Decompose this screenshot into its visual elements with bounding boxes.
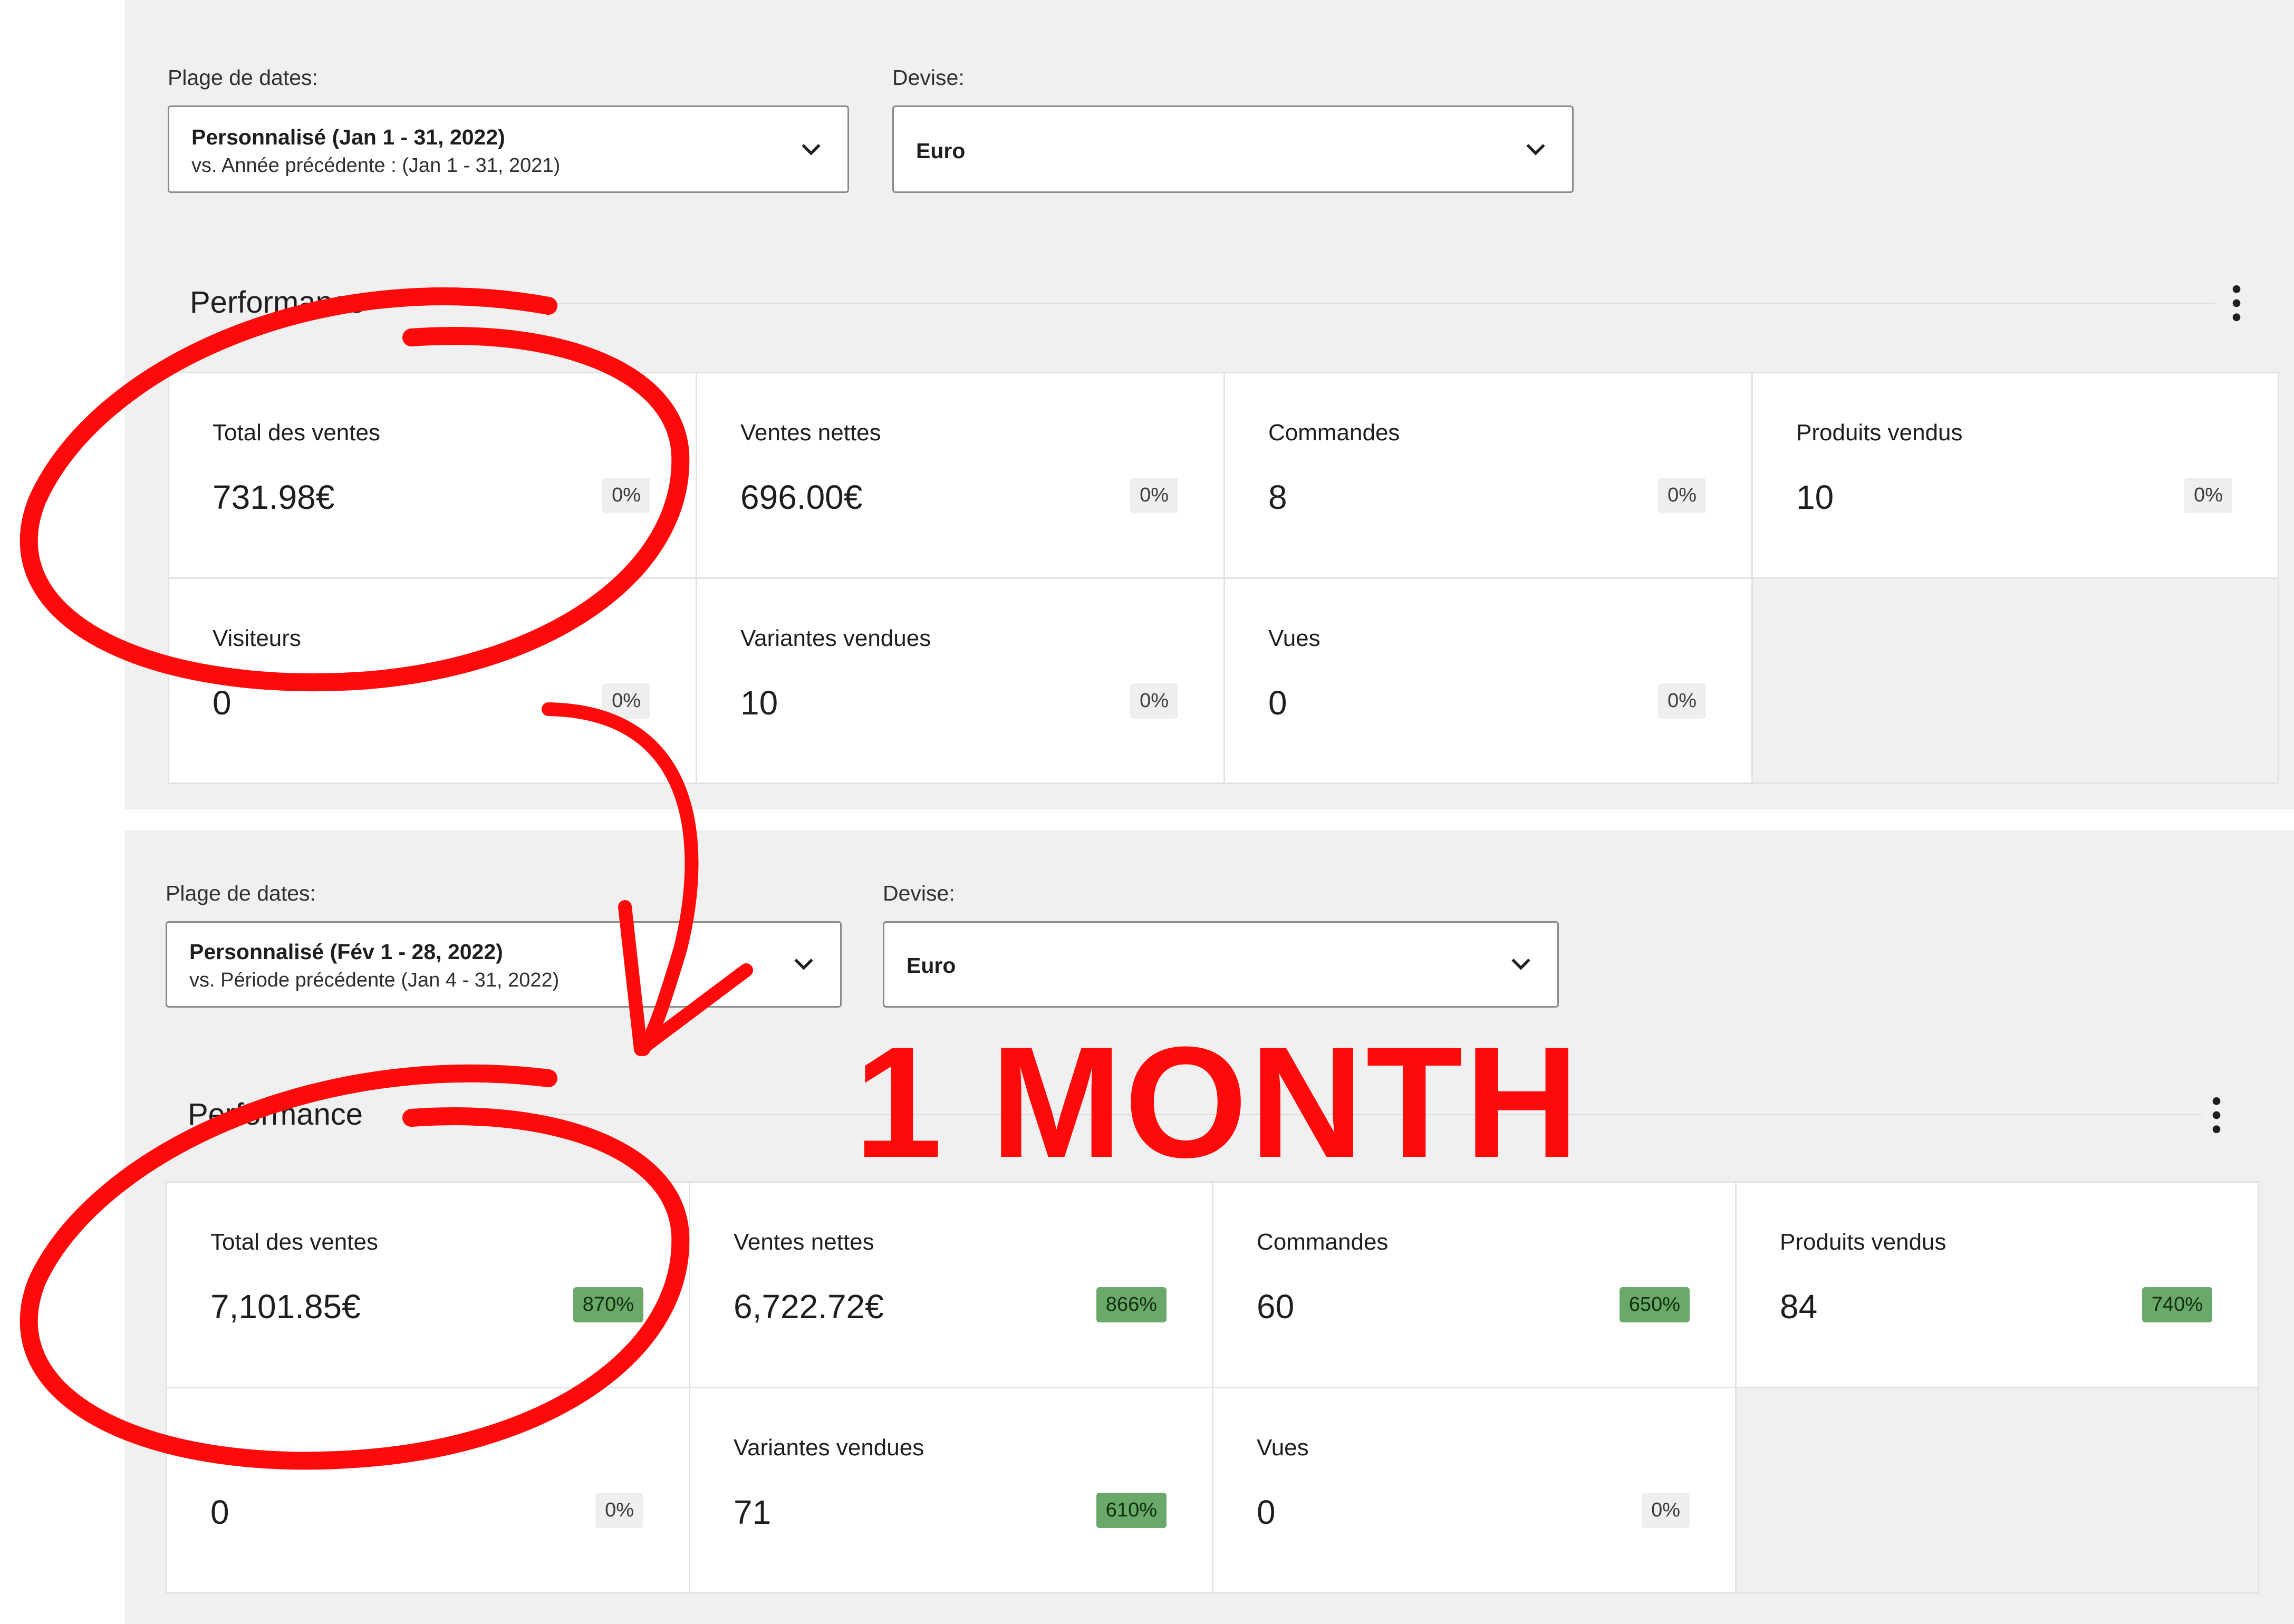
chevron-down-icon bbox=[802, 144, 821, 156]
card-views[interactable]: Vues 0 0% bbox=[1213, 1388, 1737, 1592]
card-total-sales[interactable]: Total des ventes 731.98€ 0% bbox=[169, 373, 697, 579]
change-badge: 866% bbox=[1096, 1287, 1167, 1322]
date-range-select[interactable]: Personnalisé (Fév 1 - 28, 2022) vs. Péri… bbox=[166, 921, 842, 1008]
change-badge: 0% bbox=[2184, 478, 2232, 513]
change-badge: 0% bbox=[1130, 683, 1178, 719]
change-badge: 0% bbox=[1130, 478, 1178, 513]
date-range-main: Personnalisé (Fév 1 - 28, 2022) bbox=[189, 940, 503, 964]
performance-title: Performance bbox=[190, 285, 365, 320]
performance-grid: Total des ventes 731.98€ 0% Ventes nette… bbox=[168, 372, 2279, 784]
card-orders[interactable]: Commandes 60 650% bbox=[1213, 1183, 1737, 1388]
card-products-sold[interactable]: Produits vendus 10 0% bbox=[1753, 373, 2278, 579]
change-badge: 740% bbox=[2142, 1287, 2212, 1322]
card-label: Vues bbox=[1268, 625, 1321, 651]
card-value: 71 bbox=[734, 1493, 772, 1531]
change-badge: 0% bbox=[1658, 478, 1706, 513]
card-label: Vues bbox=[1257, 1435, 1309, 1461]
card-orders[interactable]: Commandes 8 0% bbox=[1225, 373, 1753, 579]
card-total-sales[interactable]: Total des ventes 7,101.85€ 870% bbox=[167, 1183, 690, 1388]
card-label: Variantes vendues bbox=[740, 625, 931, 651]
date-range-label: Plage de dates: bbox=[166, 881, 316, 905]
card-value: 60 bbox=[1257, 1288, 1295, 1326]
card-value: 10 bbox=[740, 684, 778, 722]
chevron-down-icon bbox=[1511, 959, 1530, 970]
card-value: 0 bbox=[1257, 1493, 1276, 1531]
card-net-sales[interactable]: Ventes nettes 6,722.72€ 866% bbox=[690, 1183, 1213, 1388]
currency-label: Devise: bbox=[892, 65, 965, 90]
performance-title: Performance bbox=[188, 1097, 363, 1132]
card-value: 0 bbox=[213, 684, 232, 722]
card-value: 7,101.85€ bbox=[210, 1288, 361, 1326]
card-label: Total des ventes bbox=[210, 1229, 378, 1255]
currency-value: Euro bbox=[907, 953, 956, 978]
chevron-down-icon bbox=[794, 959, 813, 970]
date-range-select[interactable]: Personnalisé (Jan 1 - 31, 2022) vs. Anné… bbox=[168, 105, 849, 193]
card-variants-sold[interactable]: Variantes vendues 10 0% bbox=[697, 579, 1225, 782]
change-badge: 610% bbox=[1096, 1493, 1167, 1528]
performance-grid: Total des ventes 7,101.85€ 870% Ventes n… bbox=[166, 1181, 2259, 1593]
card-views[interactable]: Vues 0 0% bbox=[1225, 579, 1753, 782]
card-value: 731.98€ bbox=[213, 478, 335, 516]
section-divider bbox=[399, 303, 2215, 304]
change-badge: 0% bbox=[602, 683, 650, 719]
card-products-sold[interactable]: Produits vendus 84 740% bbox=[1737, 1183, 2258, 1388]
card-label: Ventes nettes bbox=[734, 1229, 874, 1255]
card-value: 84 bbox=[1780, 1288, 1818, 1326]
report-panel-february: Plage de dates: Personnalisé (Fév 1 - 28… bbox=[124, 830, 2294, 1624]
currency-value: Euro bbox=[916, 139, 966, 163]
card-label: Variantes vendues bbox=[734, 1435, 924, 1461]
card-label: Ventes nettes bbox=[740, 420, 881, 446]
currency-select[interactable]: Euro bbox=[883, 921, 1559, 1008]
chevron-down-icon bbox=[1526, 144, 1545, 156]
change-badge: 0% bbox=[595, 1493, 643, 1528]
month-annotation-text: 1 MONTH bbox=[854, 1013, 1581, 1191]
change-badge: 650% bbox=[1619, 1287, 1690, 1322]
change-badge: 0% bbox=[1658, 683, 1706, 719]
currency-label: Devise: bbox=[883, 881, 955, 905]
card-value: 0 bbox=[210, 1493, 229, 1531]
card-label: Visiteurs bbox=[213, 625, 301, 651]
date-range-main: Personnalisé (Jan 1 - 31, 2022) bbox=[191, 125, 505, 149]
card-label: Commandes bbox=[1268, 420, 1400, 446]
report-panel-january: Plage de dates: Personnalisé (Jan 1 - 31… bbox=[124, 0, 2294, 809]
card-visitors[interactable]: Visiteurs 0 0% bbox=[169, 579, 697, 782]
empty-grid-cell bbox=[1753, 579, 2278, 782]
card-value: 696.00€ bbox=[740, 478, 863, 516]
card-value: 6,722.72€ bbox=[734, 1288, 884, 1326]
card-variants-sold[interactable]: Variantes vendues 71 610% bbox=[690, 1388, 1213, 1592]
card-label: Produits vendus bbox=[1796, 420, 1963, 446]
card-value: 0 bbox=[1268, 684, 1287, 722]
change-badge: 0% bbox=[602, 478, 650, 513]
change-badge: 870% bbox=[573, 1287, 643, 1322]
change-badge: 0% bbox=[1642, 1493, 1690, 1528]
more-options-icon[interactable] bbox=[2209, 1094, 2224, 1136]
card-label: Commandes bbox=[1257, 1229, 1389, 1255]
card-label: Produits vendus bbox=[1780, 1229, 1946, 1255]
empty-grid-cell bbox=[1737, 1388, 2258, 1592]
date-range-compare: vs. Année précédente : (Jan 1 - 31, 2021… bbox=[191, 154, 561, 177]
card-visitors[interactable]: 0 0% bbox=[167, 1388, 690, 1592]
currency-select[interactable]: Euro bbox=[892, 105, 1574, 193]
card-label: Total des ventes bbox=[213, 420, 380, 446]
card-value: 10 bbox=[1796, 478, 1834, 516]
card-net-sales[interactable]: Ventes nettes 696.00€ 0% bbox=[697, 373, 1225, 579]
date-range-label: Plage de dates: bbox=[168, 65, 318, 90]
more-options-icon[interactable] bbox=[2229, 282, 2244, 324]
card-value: 8 bbox=[1268, 478, 1287, 516]
date-range-compare: vs. Période précédente (Jan 4 - 31, 2022… bbox=[189, 969, 560, 991]
